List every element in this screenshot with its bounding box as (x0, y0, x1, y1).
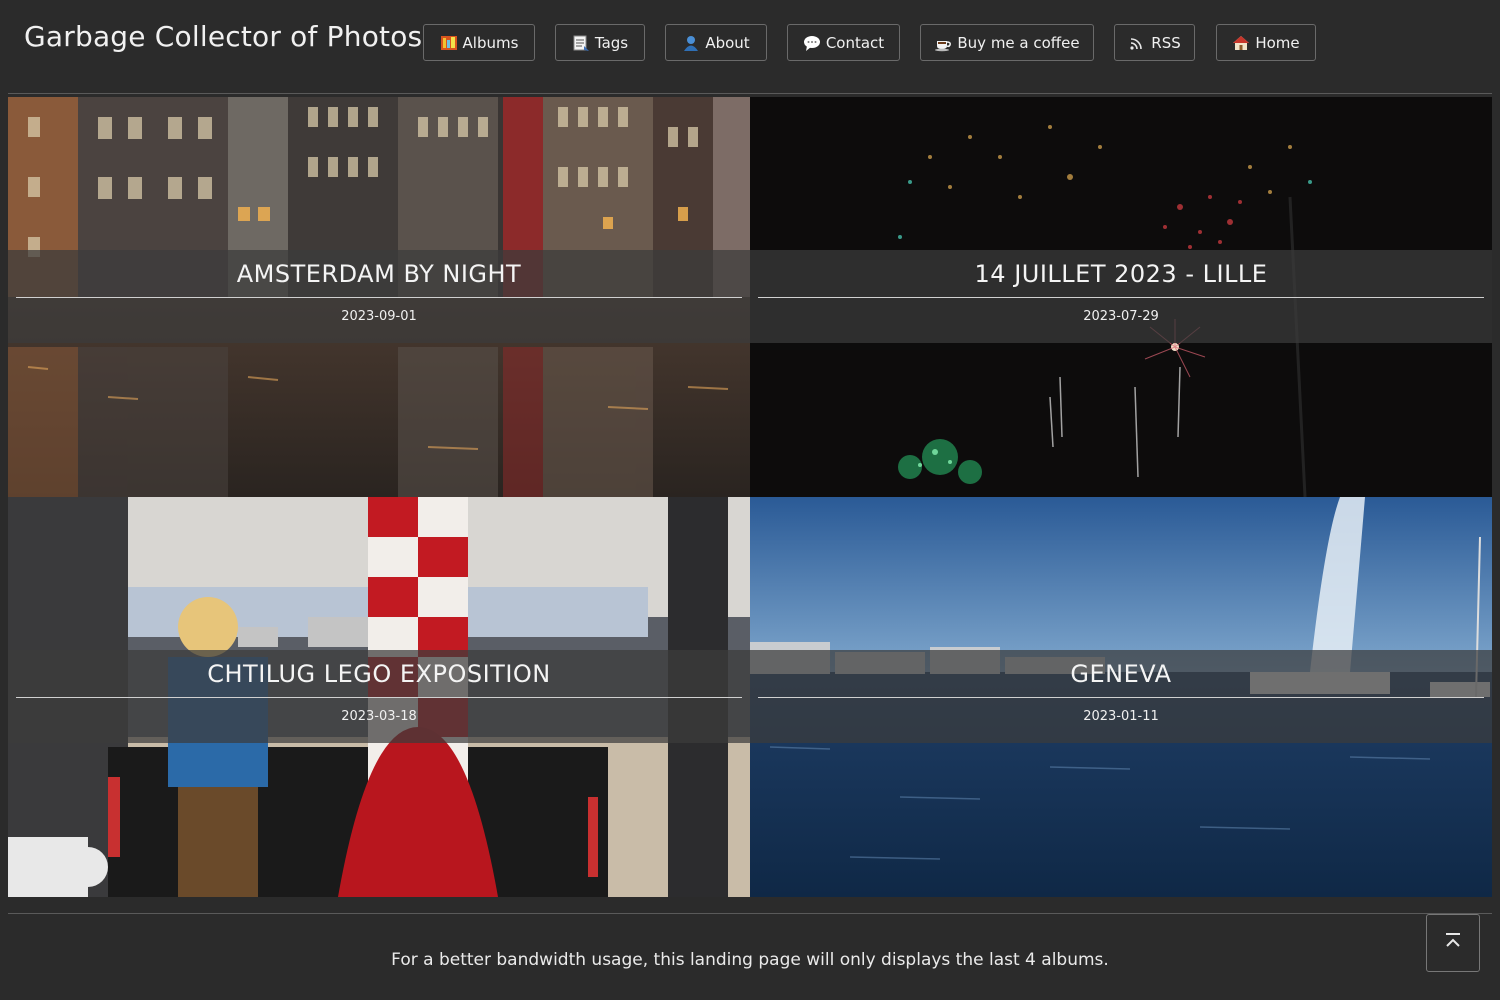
rss-icon (1128, 34, 1146, 52)
nav-contact-label: Contact (825, 33, 885, 52)
caption-divider (16, 297, 742, 298)
nav-albums-button[interactable]: Albums (423, 24, 535, 61)
nav-coffee-label: Buy me a coffee (957, 33, 1080, 52)
header-divider (8, 93, 1492, 94)
nav-contact-button[interactable]: Contact (787, 24, 900, 61)
album-title[interactable]: AMSTERDAM BY NIGHT (8, 260, 750, 288)
scroll-to-top-button[interactable] (1426, 914, 1480, 972)
album-card-lille-fireworks[interactable]: 14 JUILLET 2023 - LILLE 2023-07-29 (750, 97, 1492, 497)
nav-about-label: About (705, 33, 750, 52)
coffee-icon (934, 34, 952, 52)
arrow-up-to-top-icon (1443, 931, 1463, 955)
nav-albums-label: Albums (462, 33, 519, 52)
album-card-amsterdam[interactable]: AMSTERDAM BY NIGHT 2023-09-01 (8, 97, 750, 497)
album-caption: CHTILUG LEGO EXPOSITION 2023-03-18 (8, 650, 750, 743)
nav-tags-label: Tags (594, 33, 629, 52)
tags-icon (572, 34, 590, 52)
album-grid: AMSTERDAM BY NIGHT 2023-09-01 14 JUILLET… (8, 97, 1492, 897)
house-icon (1232, 34, 1250, 52)
album-card-lego-exposition[interactable]: CHTILUG LEGO EXPOSITION 2023-03-18 (8, 497, 750, 897)
nav-rss-label: RSS (1151, 33, 1181, 52)
album-title[interactable]: CHTILUG LEGO EXPOSITION (8, 660, 750, 688)
album-caption: AMSTERDAM BY NIGHT 2023-09-01 (8, 250, 750, 343)
nav-rss-button[interactable]: RSS (1114, 24, 1195, 61)
album-date: 2023-07-29 (1083, 309, 1159, 324)
album-title[interactable]: GENEVA (750, 660, 1492, 688)
caption-divider (16, 697, 742, 698)
album-card-geneva[interactable]: GENEVA 2023-01-11 (750, 497, 1492, 897)
caption-divider (758, 697, 1484, 698)
album-title[interactable]: 14 JUILLET 2023 - LILLE (750, 260, 1492, 288)
nav-tags-button[interactable]: Tags (555, 24, 645, 61)
nav-home-label: Home (1255, 33, 1300, 52)
nav-coffee-button[interactable]: Buy me a coffee (920, 24, 1094, 61)
album-caption: GENEVA 2023-01-11 (750, 650, 1492, 743)
albums-icon (440, 34, 458, 52)
site-header: Garbage Collector of Photos Albums Tags … (0, 0, 1500, 92)
nav-about-button[interactable]: About (665, 24, 767, 61)
speech-bubble-icon (803, 34, 821, 52)
nav-home-button[interactable]: Home (1216, 24, 1316, 61)
user-icon (682, 34, 700, 52)
caption-divider (758, 297, 1484, 298)
album-date: 2023-09-01 (341, 309, 417, 324)
album-date: 2023-03-18 (341, 709, 417, 724)
site-title[interactable]: Garbage Collector of Photos (24, 20, 422, 53)
page-footer: For a better bandwidth usage, this landi… (8, 914, 1492, 1000)
album-caption: 14 JUILLET 2023 - LILLE 2023-07-29 (750, 250, 1492, 343)
footer-note: For a better bandwidth usage, this landi… (391, 950, 1109, 970)
album-date: 2023-01-11 (1083, 709, 1159, 724)
